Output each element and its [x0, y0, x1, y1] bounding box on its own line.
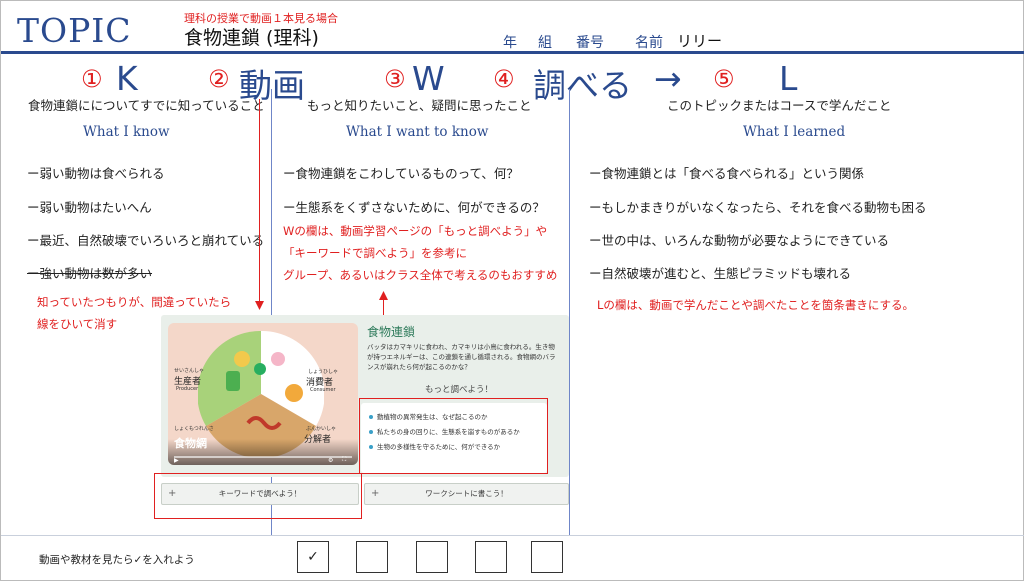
play-icon[interactable]: ▶ — [174, 457, 179, 464]
lesson-description: バッタはカマキリに食われ、カマキリは小鳥に食われる。生き物が持つエネルギーは、こ… — [367, 343, 556, 371]
checklist-label: 動画や教材を見たら✓を入れよう — [39, 554, 195, 566]
k-instruction-note-2: 線をひいて消す — [37, 317, 118, 331]
header-divider — [1, 51, 1024, 54]
k-instruction-note-1: 知っていたつもりが、間違っていたら — [37, 295, 232, 309]
checkbox-2[interactable] — [356, 541, 388, 573]
fullscreen-icon[interactable]: ⛶ — [342, 456, 346, 464]
producer-ruby: せいさんしゃ — [174, 368, 205, 374]
step-2-number: ② — [208, 65, 230, 93]
w-column-heading: もっと知りたいこと、疑問に思ったこと — [307, 98, 532, 113]
lesson-title: 食物連鎖 — [367, 325, 416, 339]
consumer-ruby: しょうひしゃ — [308, 369, 339, 375]
settings-icon[interactable]: ⚙ — [328, 457, 333, 464]
explore-more-heading: もっと調べよう！ — [425, 385, 494, 395]
l-column-heading: このトピックまたはコースで学んだこと — [667, 98, 892, 113]
video-title: 食物網 — [174, 437, 207, 450]
producer-en-label: Producer — [176, 386, 199, 392]
field-year: 年 — [503, 35, 517, 51]
step-w-label: W — [412, 59, 445, 98]
k-item[interactable]: ー最近、自然破壊でいろいろと崩れている — [27, 230, 264, 249]
step-3-number: ③ — [384, 65, 406, 93]
step-k-label: K — [116, 59, 138, 98]
research-pointer-arrow-icon — [379, 291, 388, 300]
l-item[interactable]: ー食物連鎖とは「食べる食べられる」という関係 — [589, 163, 864, 182]
l-instruction-note: Lの欄は、動画で学んだことや調べたことを箇条書きにする。 — [597, 298, 915, 312]
k-item[interactable]: ー弱い動物はたいへん — [27, 197, 152, 216]
field-name-value[interactable]: リリー — [677, 30, 722, 51]
video-player[interactable]: せいさんしゃ 生産者 Producer しょうひしゃ 消費者 Consumer … — [168, 323, 358, 465]
k-column-subheading: What I know — [83, 124, 170, 140]
step-4-number: ④ — [493, 65, 515, 93]
checkbox-1[interactable]: ✓ — [297, 541, 329, 573]
video-pointer-arrow-icon — [255, 301, 264, 310]
w-instruction-note-3: グループ、あるいはクラス全体で考えるのもおすすめ — [283, 268, 558, 282]
w-item[interactable]: ー生態系をくずさないために、何ができるの？ — [283, 197, 545, 216]
k-item-struck[interactable]: ー強い動物は数が多い — [27, 263, 152, 282]
column-divider-2 — [569, 89, 570, 535]
video-pointer-line — [259, 99, 260, 309]
step-5-number: ⑤ — [713, 65, 735, 93]
step-arrow-icon: → — [654, 59, 682, 98]
step-l-label: L — [779, 59, 798, 98]
step-research-label: 調べる — [533, 66, 632, 105]
l-item[interactable]: ー自然破壊が進むと、生態ピラミッドも壊れる — [589, 263, 851, 282]
subject-title: 食物連鎖 (理科) — [184, 27, 319, 49]
consumer-en-label: Consumer — [310, 387, 336, 393]
l-item[interactable]: ーもしかまきりがいなくなったら、それを食べる動物も困る — [589, 197, 927, 216]
k-column-heading: 食物連鎖にについてすでに知っていること — [28, 98, 265, 113]
checkbox-4[interactable] — [475, 541, 507, 573]
topic-label: TOPIC — [17, 11, 132, 50]
field-class: 組 — [538, 35, 552, 51]
l-column-subheading: What I learned — [743, 124, 846, 140]
worksheet-page: TOPIC 理科の授業で動画１本見る場合 食物連鎖 (理科) 年 組 番号 名前… — [0, 0, 1024, 581]
food-chain-ruby: しょくもつれんさ — [174, 426, 214, 432]
keyword-button-highlight — [154, 473, 362, 519]
w-instruction-note-2: 「キーワードで調べよう」を参考に — [283, 246, 467, 260]
w-column-subheading: What I want to know — [346, 124, 489, 140]
checkbox-3[interactable] — [416, 541, 448, 573]
field-name-label: 名前 — [635, 35, 663, 51]
checkbox-5[interactable] — [531, 541, 563, 573]
video-progress-bar[interactable] — [174, 456, 352, 458]
l-item[interactable]: ー世の中は、いろんな動物が必要なようにできている — [589, 230, 889, 249]
footer-divider — [1, 535, 1024, 536]
plus-icon: + — [371, 488, 380, 499]
k-item[interactable]: ー弱い動物は食べられる — [27, 163, 165, 182]
explore-more-highlight — [359, 398, 548, 474]
step-1-number: ① — [81, 65, 103, 93]
w-item[interactable]: ー食物連鎖をこわしているものって、何？ — [283, 163, 519, 182]
decomposer-ruby: ぶんかいしゃ — [306, 426, 337, 432]
field-number: 番号 — [576, 35, 604, 51]
w-instruction-note-1: Wの欄は、動画学習ページの「もっと調べよう」や — [283, 224, 548, 238]
worksheet-button[interactable]: + ワークシートに書こう！ — [364, 483, 569, 505]
